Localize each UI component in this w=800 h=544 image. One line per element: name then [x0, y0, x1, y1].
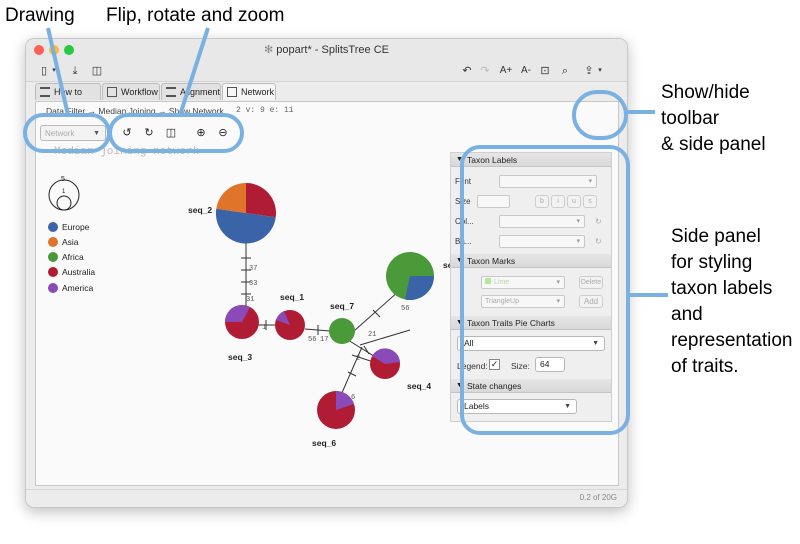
pointer-flip-zoom — [178, 27, 210, 116]
callout-pointers — [46, 27, 668, 297]
pointer-drawing — [46, 27, 70, 116]
